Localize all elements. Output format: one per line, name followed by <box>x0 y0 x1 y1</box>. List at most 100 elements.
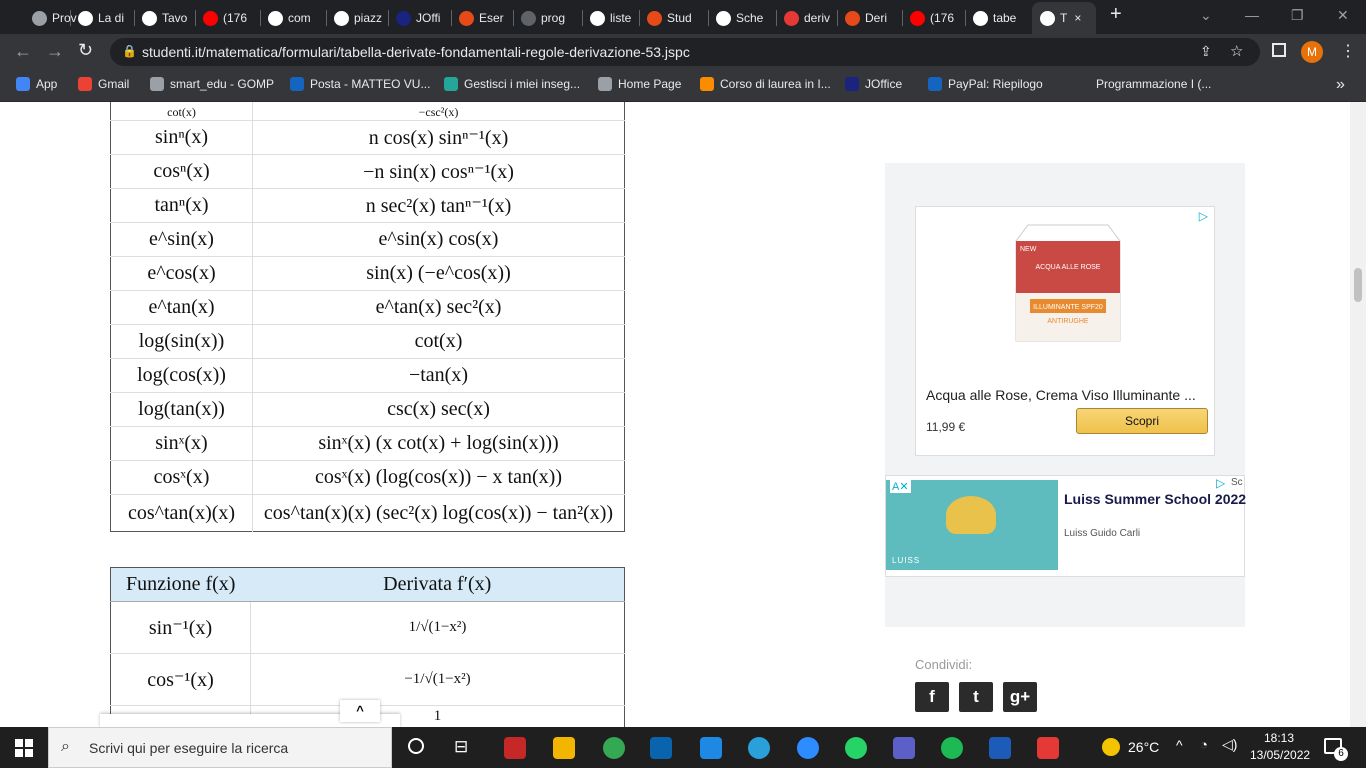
cortana-icon[interactable] <box>408 738 424 754</box>
tab-favicon-icon <box>459 10 474 26</box>
function-cell: tanⁿ(x) <box>110 188 253 223</box>
tab-separator <box>965 10 966 26</box>
bookmarks-overflow-button[interactable]: » <box>1336 76 1345 94</box>
browser-tab[interactable]: Stud <box>647 6 703 30</box>
function-cell: cosⁿ(x) <box>110 154 253 189</box>
ad-cta-button[interactable]: Scopri <box>1076 408 1208 434</box>
close-tab-icon[interactable]: × <box>1074 11 1081 25</box>
address-bar[interactable]: 🔒 studenti.it/matematica/formulari/tabel… <box>110 38 1260 66</box>
windows-start-icon[interactable] <box>15 739 33 757</box>
restore-button[interactable]: ❐ <box>1291 7 1304 24</box>
snipping-tool-icon[interactable] <box>1037 737 1059 759</box>
bookmark-item[interactable]: JOffice <box>845 77 902 91</box>
browser-tab[interactable]: Tavo <box>142 6 198 30</box>
derivative-cell: e^sin(x) cos(x) <box>252 222 625 257</box>
table-row: sin⁻¹(x) 1/√(1−x²) <box>110 601 625 654</box>
tab-title: Tavo <box>162 11 188 25</box>
product-image[interactable]: NEW ACQUA ALLE ROSE ILLUMINANTE SPF20 AN… <box>1008 221 1124 351</box>
facebook-share-button[interactable]: f <box>915 682 949 712</box>
back-button[interactable]: ← <box>14 41 32 62</box>
bookmark-item[interactable]: smart_edu - GOMP <box>150 77 274 91</box>
menu-icon[interactable]: ⋮ <box>1340 41 1356 61</box>
tab-separator <box>582 10 583 26</box>
bookmark-item[interactable]: Gmail <box>78 77 129 91</box>
share-page-icon[interactable]: ⇪ <box>1200 43 1212 60</box>
temperature[interactable]: 26°C <box>1128 739 1159 755</box>
side-panel-icon[interactable] <box>1272 43 1286 57</box>
weather-icon[interactable] <box>1102 738 1120 756</box>
adchoices-icon[interactable]: ▷ <box>1199 209 1208 223</box>
scroll-top-button[interactable]: ^ <box>340 700 380 722</box>
devcpp-icon[interactable] <box>504 737 526 759</box>
teams-icon[interactable] <box>893 737 915 759</box>
google-plus-share-button[interactable]: g+ <box>1003 682 1037 712</box>
browser-tab[interactable]: (176 <box>203 6 259 30</box>
task-view-icon[interactable]: ⊟ <box>454 737 468 757</box>
zoom-icon[interactable] <box>797 737 819 759</box>
ad-luiss-title[interactable]: Luiss Summer School 2022 <box>1064 491 1246 507</box>
new-tab-button[interactable]: + <box>1110 3 1122 26</box>
derivative-cell: n cos(x) sinⁿ⁻¹(x) <box>252 120 625 155</box>
bookmark-favicon-icon <box>444 77 458 91</box>
tab-title: Deri <box>865 11 888 25</box>
ad-product-title[interactable]: Acqua alle Rose, Crema Viso Illuminante … <box>926 387 1196 403</box>
twitter-share-button[interactable]: t <box>959 682 993 712</box>
function-cell: e^sin(x) <box>110 222 253 257</box>
table-row: log(tan(x)) csc(x) sec(x) <box>110 392 625 427</box>
tray-chevron-icon[interactable]: ^ <box>1176 737 1183 753</box>
taskbar-search-box[interactable]: ⌕ Scrivi qui per eseguire la ricerca <box>48 727 392 768</box>
pack-sub-text: ANTIRUGHE <box>1047 318 1089 325</box>
bookmark-item[interactable]: PayPal: Riepilogo <box>928 77 1043 91</box>
whatsapp-icon[interactable] <box>845 737 867 759</box>
browser-tab[interactable]: (176 <box>910 6 966 30</box>
bookmark-star-icon[interactable]: ☆ <box>1230 42 1243 60</box>
bookmark-item[interactable]: Programmazione I (... <box>1076 77 1211 91</box>
bookmark-item[interactable]: Gestisci i miei inseg... <box>444 77 580 91</box>
ad-close-icon[interactable]: A✕ <box>890 480 911 493</box>
file-explorer-icon[interactable] <box>553 737 575 759</box>
network-icon[interactable]: ◔ <box>1200 737 1208 752</box>
bookmark-item[interactable]: Corso di laurea in I... <box>700 77 831 91</box>
browser-tab[interactable]: com <box>268 6 324 30</box>
close-window-button[interactable]: ✕ <box>1337 7 1349 24</box>
browser-tab[interactable]: tabe <box>973 6 1029 30</box>
browser-tab[interactable]: liste <box>590 6 646 30</box>
vscode-icon[interactable] <box>700 737 722 759</box>
browser-tab[interactable]: Eser <box>459 6 515 30</box>
browser-tab[interactable]: Sche <box>716 6 772 30</box>
browser-tab[interactable]: JOffi <box>396 6 452 30</box>
telegram-icon[interactable] <box>748 737 770 759</box>
tab-favicon-icon <box>203 10 218 26</box>
page-scrollbar[interactable] <box>1350 102 1366 727</box>
adchoices-icon[interactable]: ▷ <box>1216 476 1225 490</box>
ad-luiss-image[interactable]: LUISS <box>886 480 1058 570</box>
browser-tab[interactable]: La di <box>78 6 134 30</box>
derivative-cell: sin(x) (−e^cos(x)) <box>252 256 625 291</box>
ad-product-price: 11,99 € <box>926 420 966 434</box>
url-text[interactable]: studenti.it/matematica/formulari/tabella… <box>142 44 690 60</box>
browser-tab[interactable]: prog <box>521 6 577 30</box>
bookmark-item[interactable]: Posta - MATTEO VU... <box>290 77 430 91</box>
reload-button[interactable]: ↻ <box>78 40 93 61</box>
lock-icon[interactable]: 🔒 <box>122 44 137 58</box>
profile-avatar[interactable]: M <box>1301 41 1323 63</box>
volume-icon[interactable]: ◁) <box>1222 736 1237 753</box>
outlook-icon[interactable] <box>650 737 672 759</box>
forward-button[interactable]: → <box>46 41 64 62</box>
chrome-icon[interactable] <box>603 737 625 759</box>
ad-luiss[interactable]: LUISS A✕ ▷ Sc Luiss Summer School 2022 L… <box>885 475 1246 577</box>
ad-product[interactable]: ▷ NEW ACQUA ALLE ROSE ILLUMINANTE SPF20 … <box>915 206 1215 456</box>
browser-tab[interactable]: deriv <box>784 6 840 30</box>
browser-tab[interactable]: Deri <box>845 6 901 30</box>
scrollbar-thumb[interactable] <box>1354 268 1362 302</box>
bookmark-item[interactable]: Home Page <box>598 77 681 91</box>
word-icon[interactable] <box>989 737 1011 759</box>
clock-date[interactable]: 13/05/2022 <box>1250 748 1310 762</box>
spotify-icon[interactable] <box>941 737 963 759</box>
bookmark-item[interactable]: App <box>16 77 57 91</box>
browser-tab[interactable]: T × <box>1040 6 1090 30</box>
clock-time[interactable]: 18:13 <box>1264 731 1294 745</box>
tab-search-icon[interactable]: ⌄ <box>1200 7 1212 24</box>
browser-tab[interactable]: piazz <box>334 6 390 30</box>
minimize-button[interactable]: — <box>1245 7 1259 23</box>
